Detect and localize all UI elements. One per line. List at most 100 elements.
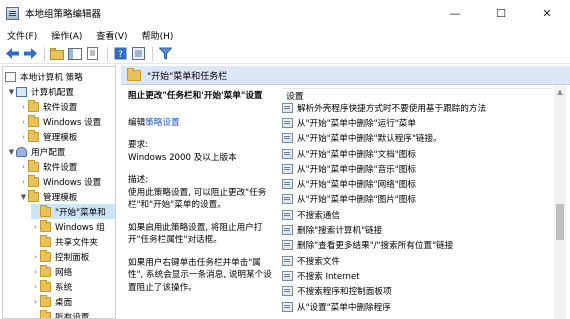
- category-title: "开始"菜单和任务栏: [147, 71, 228, 82]
- tree-item-windows-components[interactable]: › Windows 组: [31, 219, 105, 234]
- tree-label: Windows 设置: [43, 177, 102, 188]
- tree-label: Windows 组: [55, 222, 105, 233]
- chevron-right-icon[interactable]: ›: [31, 253, 40, 261]
- scroll-thumb[interactable]: [556, 204, 564, 240]
- chevron-down-icon[interactable]: ▼: [7, 88, 16, 96]
- tree-item-start-menu[interactable]: "开始"菜单和: [31, 204, 115, 219]
- tree-item-admin-templates[interactable]: › 管理模板: [19, 129, 77, 144]
- tree-item-user-software-settings[interactable]: › 软件设置: [19, 159, 77, 174]
- list-item[interactable]: 删除"搜索计算机"链接: [282, 222, 552, 237]
- close-button[interactable]: ✕: [524, 0, 570, 26]
- list-item-label: 不搜索通信: [297, 210, 340, 221]
- list-item[interactable]: 不搜索通信: [282, 207, 552, 222]
- computer-icon: [16, 86, 27, 97]
- chevron-right-icon[interactable]: ›: [19, 103, 28, 111]
- tree-label: 共享文件夹: [55, 237, 98, 248]
- policy-setting-icon: [282, 255, 293, 266]
- list-item[interactable]: 从"开始"菜单中删除"文档"图标: [282, 146, 552, 161]
- tree-item-shared-folders[interactable]: 共享文件夹: [31, 234, 98, 249]
- edit-line: 编辑策略设置: [128, 117, 276, 130]
- policy-setting-icon: [282, 209, 293, 220]
- list-item[interactable]: 从"设置"菜单中删除程序: [282, 299, 552, 314]
- edit-policy-link[interactable]: 策略设置: [145, 118, 179, 128]
- folder-icon: [28, 99, 39, 112]
- folder-icon: [127, 67, 141, 81]
- window-controls: — ☐ ✕: [432, 0, 570, 26]
- description-paragraph-1: 使用此策略设置, 可以阻止更改"任务栏"和"开始"菜单的设置。: [128, 187, 267, 211]
- toolbar-separator: [152, 46, 153, 61]
- minimize-button[interactable]: —: [432, 0, 478, 26]
- list-item[interactable]: 从"开始"菜单中删除"音乐"图标: [282, 161, 552, 176]
- description-paragraph-3: 如果用户右键单击任务栏并单击"属性", 系统会显示一条消息, 说明某个设置阻止了…: [128, 257, 272, 293]
- list-item[interactable]: 不搜索文件: [282, 253, 552, 268]
- export-icon[interactable]: [85, 46, 101, 62]
- list-item-label: 删除"查看更多结果"/"搜索所有位置"链接: [297, 241, 454, 252]
- svg-text:?: ?: [118, 50, 123, 60]
- column-divider: [282, 88, 552, 89]
- description-paragraph-2: 如果启用此策略设置, 将阻止用户打开"任务栏属性"对话框。: [128, 222, 263, 246]
- list-item-label: 不搜索 Internet: [297, 271, 360, 282]
- tree-item-user-admin-templates[interactable]: ▼ 管理模板: [19, 189, 77, 204]
- tree-item-control-panel[interactable]: › 控制面板: [31, 249, 89, 264]
- tree-item-windows-settings[interactable]: › Windows 设置: [19, 114, 101, 129]
- folder-icon: [28, 159, 39, 172]
- policy-setting-icon: [282, 301, 293, 312]
- chevron-down-icon[interactable]: ▼: [19, 193, 28, 201]
- list-item-label: 从"开始"菜单中删除"文档"图标: [297, 149, 416, 160]
- chevron-right-icon[interactable]: ›: [19, 178, 28, 186]
- chevron-right-icon[interactable]: ›: [31, 268, 40, 276]
- list-item[interactable]: 从"开始"菜单中删除"默认程序"链接。: [282, 131, 552, 146]
- chevron-right-icon[interactable]: ›: [31, 223, 40, 231]
- tree-item-user-config[interactable]: ▼ 用户配置: [7, 144, 65, 159]
- list-item[interactable]: 从"开始"菜单中删除"网络"图标: [282, 176, 552, 191]
- tree-item-root[interactable]: 本地计算机 策略: [5, 69, 83, 84]
- tree-label: 系统: [55, 282, 73, 293]
- list-item-label: 不搜索文件: [297, 256, 340, 267]
- list-item[interactable]: 不搜索 Internet: [282, 268, 552, 283]
- help-icon[interactable]: ?: [112, 46, 128, 62]
- filter-icon[interactable]: [157, 46, 173, 62]
- policy-setting-icon: [282, 225, 293, 236]
- tree-item-software-settings[interactable]: › 软件设置: [19, 99, 77, 114]
- show-tree-icon[interactable]: [67, 46, 83, 62]
- scroll-up-icon[interactable]: ▲: [554, 86, 566, 98]
- setting-description: 阻止更改"任务栏和'开始'菜单"设置 编辑策略设置 要求: Windows 20…: [128, 90, 276, 300]
- tree-item-network[interactable]: › 网络: [31, 264, 72, 279]
- tree-item-user-windows-settings[interactable]: › Windows 设置: [19, 174, 101, 189]
- chevron-down-icon[interactable]: ▼: [7, 148, 16, 156]
- list-item-label: 从"开始"菜单中删除"音乐"图标: [297, 164, 416, 175]
- up-folder-icon[interactable]: [49, 46, 65, 62]
- details-pane: "开始"菜单和任务栏 阻止更改"任务栏和'开始'菜单"设置 编辑策略设置 要求:…: [121, 66, 570, 319]
- list-item[interactable]: 解析外壳程序快捷方式时不要使用基于跟踪的方法: [282, 100, 552, 115]
- list-item[interactable]: 从"开始"菜单中删除"运行"菜单: [282, 115, 552, 130]
- tree-label: "开始"菜单和: [55, 207, 106, 218]
- chevron-right-icon[interactable]: ›: [19, 163, 28, 171]
- list-item[interactable]: 不搜索程序和控制面板项: [282, 284, 552, 299]
- list-item[interactable]: 从"开始"菜单中删除"图片"图标: [282, 192, 552, 207]
- properties-icon[interactable]: [130, 46, 146, 62]
- menu-help[interactable]: 帮助(H): [135, 29, 181, 42]
- settings-rows: 解析外壳程序快捷方式时不要使用基于跟踪的方法 从"开始"菜单中删除"运行"菜单 从"…: [282, 100, 552, 314]
- forward-icon[interactable]: [22, 46, 38, 62]
- menu-view[interactable]: 查看(V): [89, 29, 134, 42]
- chevron-right-icon[interactable]: ›: [19, 118, 28, 126]
- chevron-right-icon[interactable]: ›: [31, 283, 40, 291]
- maximize-button[interactable]: ☐: [478, 0, 524, 26]
- chevron-right-icon[interactable]: ›: [19, 133, 28, 141]
- chevron-right-icon[interactable]: ›: [31, 298, 40, 306]
- vertical-scrollbar[interactable]: ▲: [554, 86, 566, 319]
- toolbar-separator: [107, 46, 108, 61]
- menu-action[interactable]: 操作(A): [44, 29, 89, 42]
- folder-icon: [40, 294, 51, 307]
- back-icon[interactable]: [4, 46, 20, 62]
- tree-item-all-settings[interactable]: 所有设置: [31, 309, 89, 318]
- menu-bar: 文件(F) 操作(A) 查看(V) 帮助(H): [0, 26, 570, 44]
- tree-item-system[interactable]: › 系统: [31, 279, 72, 294]
- folder-icon: [40, 309, 51, 318]
- requirements-label: 要求:: [128, 140, 149, 150]
- tree-item-desktop[interactable]: › 桌面: [31, 294, 72, 309]
- tree-label: 软件设置: [43, 102, 78, 113]
- list-item[interactable]: 删除"查看更多结果"/"搜索所有位置"链接: [282, 238, 552, 253]
- menu-file[interactable]: 文件(F): [0, 29, 44, 42]
- tree-item-computer-config[interactable]: ▼ 计算机配置: [7, 84, 74, 99]
